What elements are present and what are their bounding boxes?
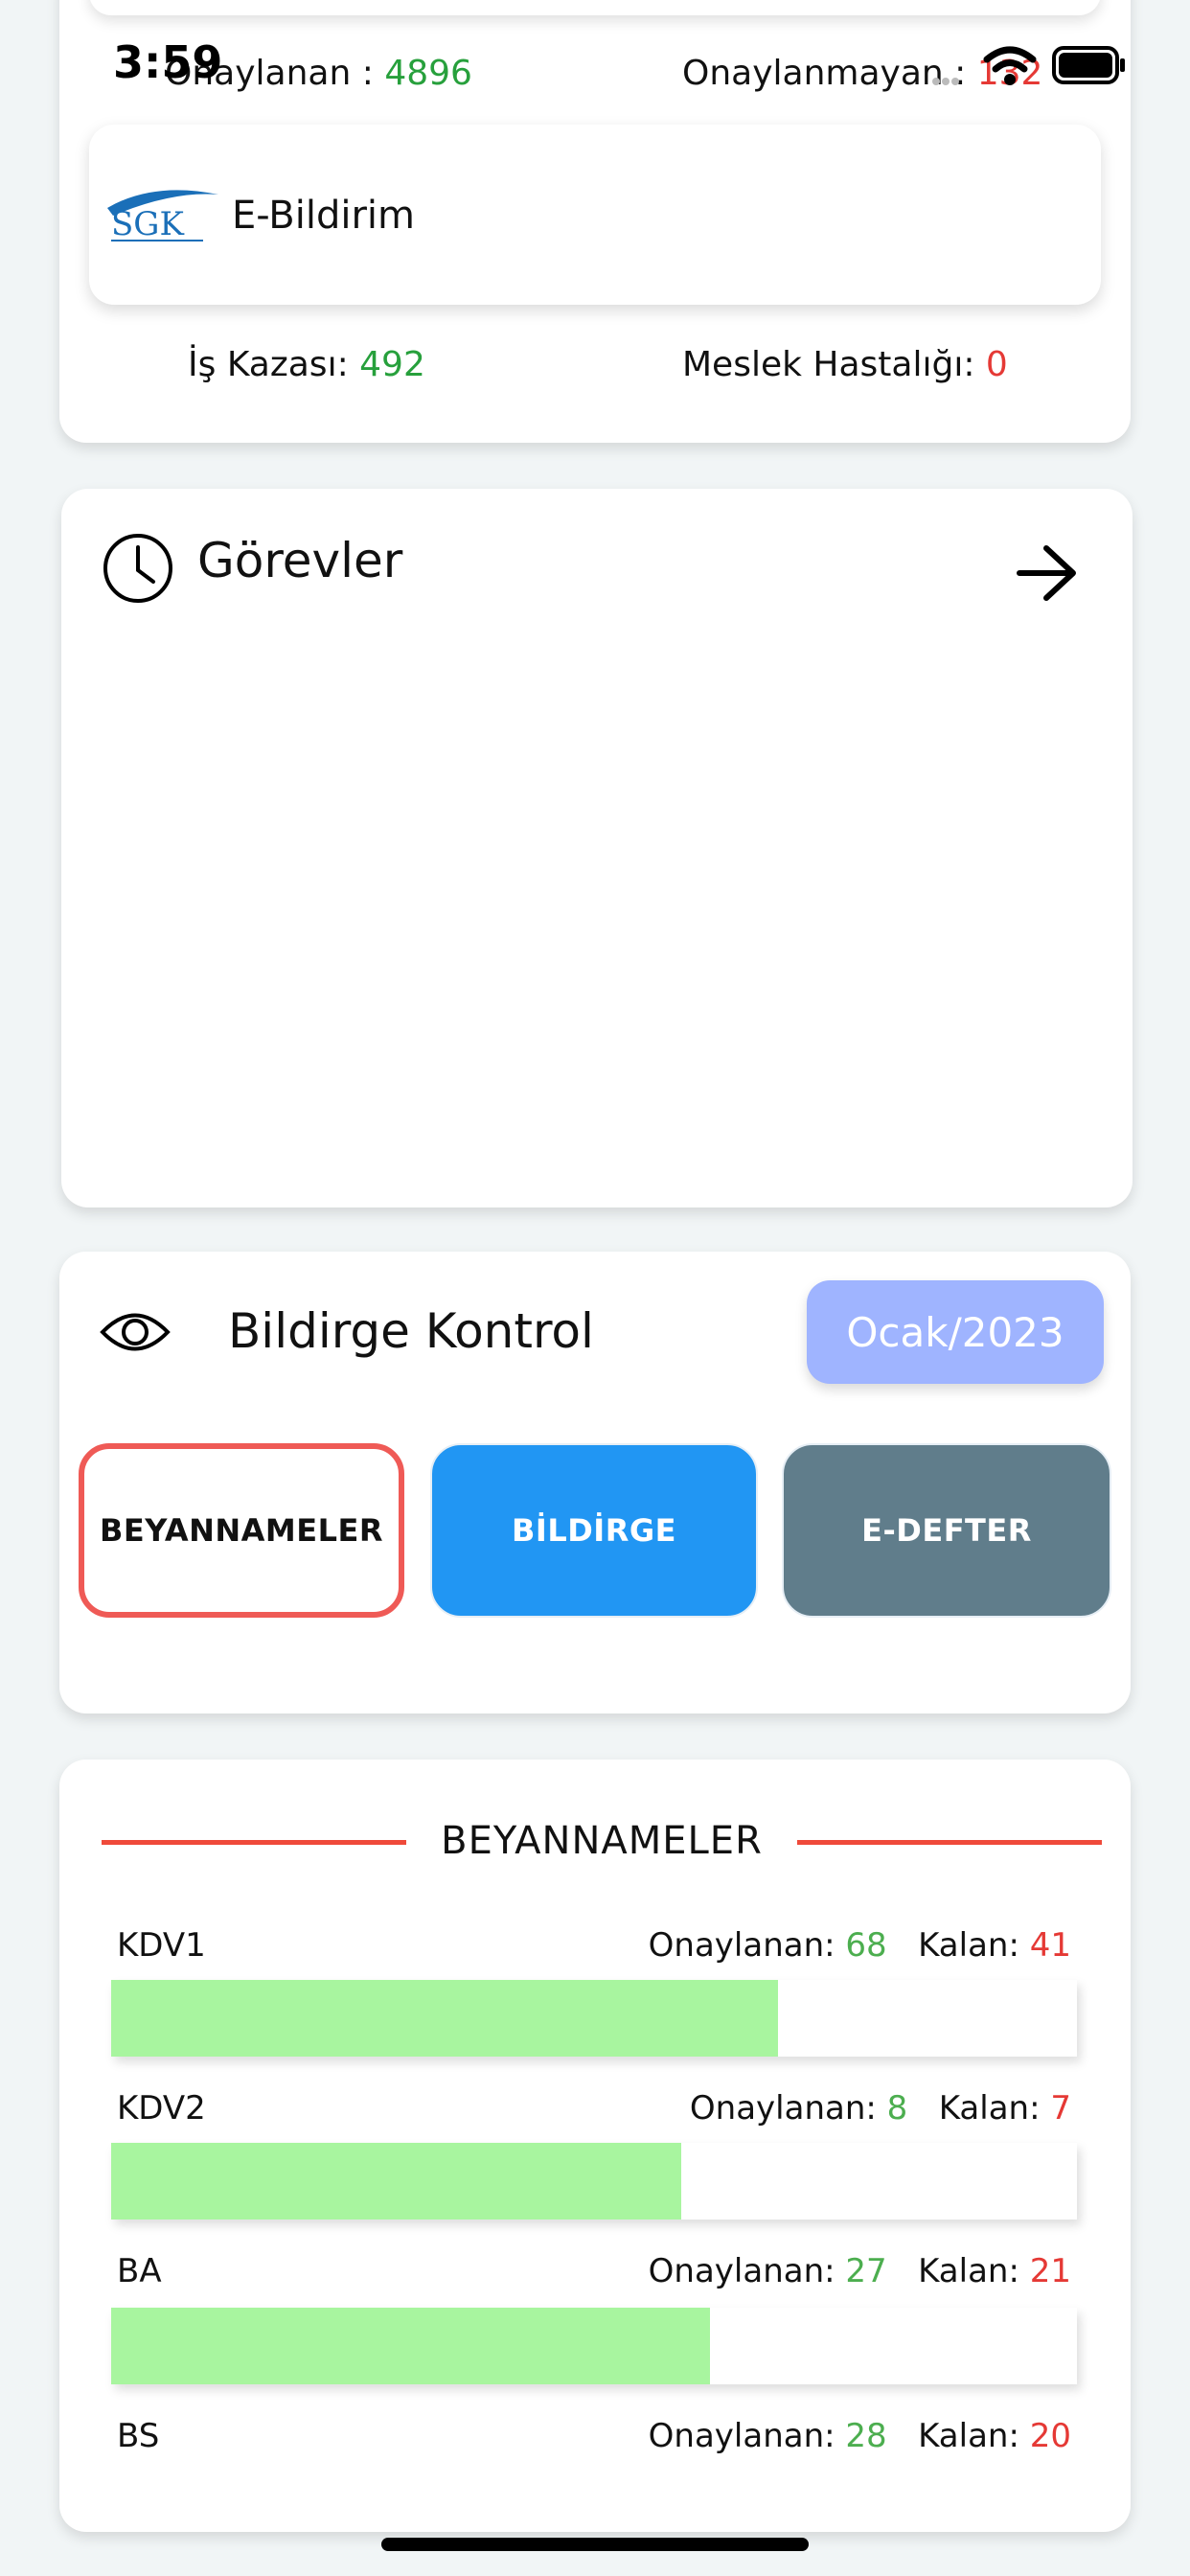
declaration-row-name: KDV1 [117,1926,206,1965]
arrow-right-icon[interactable] [1016,544,1079,606]
declaration-row-stats: Onaylanan: 27 Kalan: 21 [649,2252,1071,2290]
approved-value: 4896 [384,54,472,93]
declaration-row-name: BS [117,2417,160,2455]
approved-label: Onaylanan: [648,1926,835,1965]
tasks-card [61,489,1133,1208]
remaining-count: 41 [1029,1926,1071,1965]
occupational-disease-stat: Meslek Hastalığı: 0 [682,345,1008,384]
approved-label: Onaylanan: [648,2252,835,2290]
occupational-disease-label: Meslek Hastalığı: [682,345,975,384]
approved-count: 68 [845,1926,887,1965]
period-select-button[interactable]: Ocak/2023 [807,1280,1104,1384]
declaration-row-stats: Onaylanan: 68 Kalan: 41 [649,1926,1071,1965]
remaining-label: Kalan: [918,2417,1019,2455]
approved-label: Onaylanan: [689,2089,877,2128]
section-divider-left [102,1840,406,1845]
remaining-count: 21 [1029,2252,1071,2290]
tab-bildirge[interactable]: BİLDİRGE [430,1443,758,1618]
declaration-control-title: Bildirge Kontrol [228,1303,594,1359]
wifi-icon [983,46,1037,90]
progress-bar [111,2143,1077,2220]
sgk-logo-text: SGK [111,205,184,243]
declaration-row-stats: Onaylanan: 8 Kalan: 7 [690,2089,1071,2128]
sgk-logo: SGK [105,187,220,246]
eye-icon [100,1306,171,1362]
work-accident-value: 492 [359,345,425,384]
approved-count: 27 [845,2252,887,2290]
approved-label: Onaylanan: [648,2417,835,2455]
clock-icon [102,532,174,609]
declaration-row-name: BA [117,2252,162,2290]
tab-e-defter[interactable]: E-DEFTER [782,1443,1111,1618]
approved-count: 8 [886,2089,908,2128]
declaration-row-stats: Onaylanan: 28 Kalan: 20 [649,2417,1071,2455]
progress-fill [111,1980,778,2057]
remaining-count: 20 [1029,2417,1071,2455]
progress-bar [111,1980,1077,2057]
remaining-count: 7 [1050,2089,1071,2128]
occupational-disease-value: 0 [985,345,1008,384]
signal-dots-icon [931,72,960,90]
remaining-label: Kalan: [918,1926,1019,1965]
ebildirim-label: E-Bildirim [232,194,415,238]
work-accident-stat: İş Kazası: 492 [188,345,425,384]
unapproved-label: Onaylanmayan : [682,54,967,93]
section-divider-right [797,1840,1102,1845]
remaining-label: Kalan: [918,2252,1019,2290]
tasks-title: Görevler [197,533,403,588]
top-partial-card [89,0,1101,15]
declaration-row-name: KDV2 [117,2089,206,2128]
remaining-label: Kalan: [938,2089,1041,2128]
status-time: 3:59 [113,36,223,88]
progress-bar [111,2308,1077,2384]
progress-fill [111,2308,710,2384]
progress-fill [111,2143,681,2220]
approved-count: 28 [845,2417,887,2455]
declarations-title: BEYANNAMELER [441,1819,763,1863]
battery-icon [1052,46,1127,88]
tab-beyannameler[interactable]: BEYANNAMELER [79,1443,404,1618]
work-accident-label: İş Kazası: [188,345,349,384]
home-indicator[interactable] [381,2538,809,2551]
